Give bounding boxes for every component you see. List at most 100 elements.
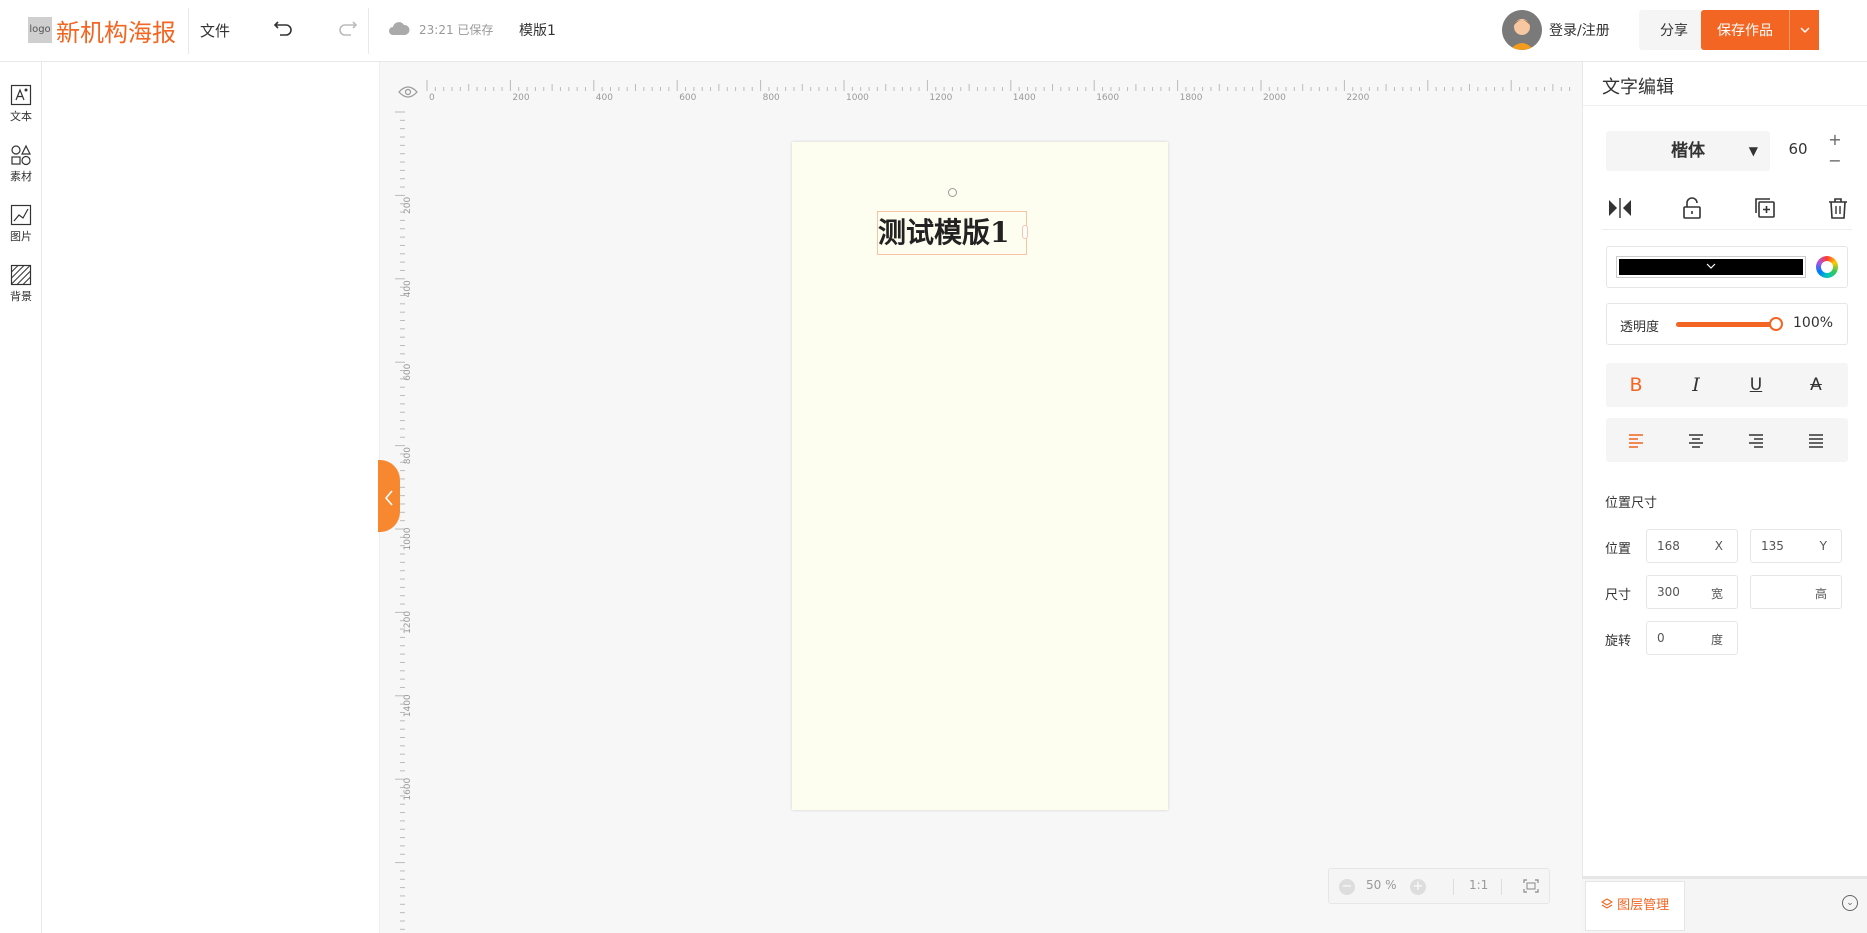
- divider: [1582, 105, 1867, 106]
- align-center-icon[interactable]: [1666, 418, 1726, 462]
- align-right-icon[interactable]: [1726, 418, 1786, 462]
- font-family-select[interactable]: 楷体 ▼: [1606, 131, 1770, 171]
- ruler-label: 1600: [403, 777, 413, 800]
- ruler-label: 1200: [403, 611, 413, 634]
- expand-icon[interactable]: ⌄: [1842, 895, 1858, 911]
- rotation-value: 0: [1657, 631, 1665, 645]
- divider: [1453, 879, 1454, 895]
- text-color-swatch[interactable]: [1616, 256, 1806, 278]
- opacity-slider-fill: [1676, 322, 1776, 327]
- ruler-label: 400: [403, 280, 413, 297]
- avatar[interactable]: [1502, 10, 1542, 50]
- rotation-input[interactable]: 0 度: [1646, 621, 1738, 655]
- text-align-row: [1606, 418, 1848, 462]
- element-tools: [1602, 190, 1852, 230]
- rail-item-label: 背景: [10, 290, 32, 303]
- chevron-down-icon: [1800, 23, 1810, 37]
- ruler-label: 800: [403, 447, 413, 464]
- underline-button[interactable]: U: [1726, 363, 1786, 407]
- save-status: 23:21 已保存: [419, 23, 494, 37]
- undo-icon[interactable]: [272, 16, 294, 44]
- document-name[interactable]: 模版1: [519, 20, 556, 40]
- actual-size-button[interactable]: 1:1: [1469, 878, 1488, 892]
- width-value: 300: [1657, 585, 1680, 599]
- panel-title: 文字编辑: [1602, 77, 1674, 98]
- duplicate-icon[interactable]: [1751, 194, 1779, 222]
- italic-button[interactable]: I: [1666, 363, 1726, 407]
- chevron-down-icon: [1619, 259, 1803, 275]
- top-header: logo 新机构海报 文件 23:21 已保存 模版1 登录/注册 分享 保存作…: [0, 0, 1867, 62]
- ruler-label: 200: [512, 93, 529, 102]
- divider: [1501, 879, 1502, 895]
- ruler-label: 600: [679, 93, 696, 102]
- rail-item-label: 文本: [10, 110, 32, 123]
- rotate-handle[interactable]: [948, 188, 957, 197]
- canvas-text-element[interactable]: 测试模版1: [877, 211, 1027, 255]
- opacity-slider-thumb[interactable]: [1769, 317, 1783, 331]
- opacity-label: 透明度: [1620, 320, 1660, 335]
- save-dropdown-button[interactable]: [1789, 10, 1819, 50]
- font-size-value[interactable]: 60: [1780, 140, 1816, 158]
- login-link[interactable]: 登录/注册: [1549, 20, 1610, 40]
- background-icon: [10, 264, 32, 286]
- ruler-label: 200: [403, 197, 413, 214]
- ruler-label: 1400: [1013, 93, 1036, 102]
- font-size-increase[interactable]: +: [1824, 130, 1846, 150]
- unlock-icon[interactable]: [1678, 194, 1706, 222]
- position-x-input[interactable]: 168 X: [1646, 529, 1738, 563]
- ruler-label: 400: [596, 93, 613, 102]
- opacity-slider[interactable]: [1676, 317, 1783, 331]
- shapes-icon: [10, 144, 32, 166]
- strikethrough-button[interactable]: A: [1786, 363, 1846, 407]
- text-style-row: B I U A: [1606, 363, 1848, 407]
- unit-label: 高: [1814, 587, 1827, 601]
- text-icon: [10, 84, 32, 106]
- layers-icon: [1600, 898, 1617, 913]
- unit-label: 度: [1710, 633, 1723, 647]
- ruler-label: 1400: [403, 694, 413, 717]
- ruler-label: 1200: [929, 93, 952, 102]
- rail-item-label: 图片: [10, 230, 32, 243]
- collapse-panel-button[interactable]: [378, 460, 400, 532]
- ruler-label: 1000: [846, 93, 869, 102]
- color-wheel-icon[interactable]: [1816, 256, 1838, 278]
- share-button[interactable]: 分享: [1639, 10, 1709, 50]
- font-size-decrease[interactable]: −: [1824, 151, 1846, 171]
- unit-label: X: [1714, 539, 1723, 553]
- resize-handle[interactable]: [1022, 225, 1028, 239]
- zoom-value: 50 %: [1366, 878, 1397, 892]
- position-size-title: 位置尺寸: [1605, 496, 1658, 511]
- ruler-horizontal: 0 200 400 600 800 1000 1200 1400 1600 1800 2000 220…: [426, 80, 1571, 102]
- ruler-label: 2200: [1346, 93, 1369, 102]
- rail-item-text[interactable]: 文本: [0, 84, 42, 124]
- cloud-icon: [388, 20, 410, 36]
- zoom-in-button[interactable]: +: [1410, 879, 1426, 895]
- fit-screen-icon[interactable]: [1523, 879, 1539, 896]
- file-menu[interactable]: 文件: [200, 20, 230, 41]
- height-input[interactable]: 高: [1750, 575, 1842, 609]
- align-justify-icon[interactable]: [1786, 418, 1846, 462]
- unit-label: 宽: [1710, 587, 1723, 601]
- bold-button[interactable]: B: [1606, 363, 1666, 407]
- rail-item-materials[interactable]: 素材: [0, 144, 42, 184]
- unit-label: Y: [1819, 539, 1827, 553]
- logo: logo: [28, 17, 52, 43]
- zoom-out-button[interactable]: −: [1339, 879, 1355, 895]
- caret-down-icon: ▼: [1748, 144, 1758, 158]
- layers-tab[interactable]: 图层管理: [1585, 881, 1685, 931]
- align-left-icon[interactable]: [1606, 418, 1666, 462]
- rail-item-background[interactable]: 背景: [0, 264, 42, 304]
- divider: [188, 8, 189, 54]
- position-x-value: 168: [1657, 539, 1680, 553]
- flip-icon[interactable]: [1606, 194, 1634, 222]
- delete-icon[interactable]: [1824, 194, 1852, 222]
- ruler-label: 1600: [1096, 93, 1119, 102]
- rail-item-images[interactable]: 图片: [0, 204, 42, 244]
- chevron-left-icon: [384, 484, 394, 508]
- width-input[interactable]: 300 宽: [1646, 575, 1738, 609]
- position-label: 位置: [1605, 542, 1632, 557]
- redo-icon[interactable]: [337, 16, 359, 44]
- position-y-input[interactable]: 135 Y: [1750, 529, 1842, 563]
- zoom-bar: − 50 % + 1:1: [1328, 868, 1550, 904]
- ruler-label: 1800: [1180, 93, 1203, 102]
